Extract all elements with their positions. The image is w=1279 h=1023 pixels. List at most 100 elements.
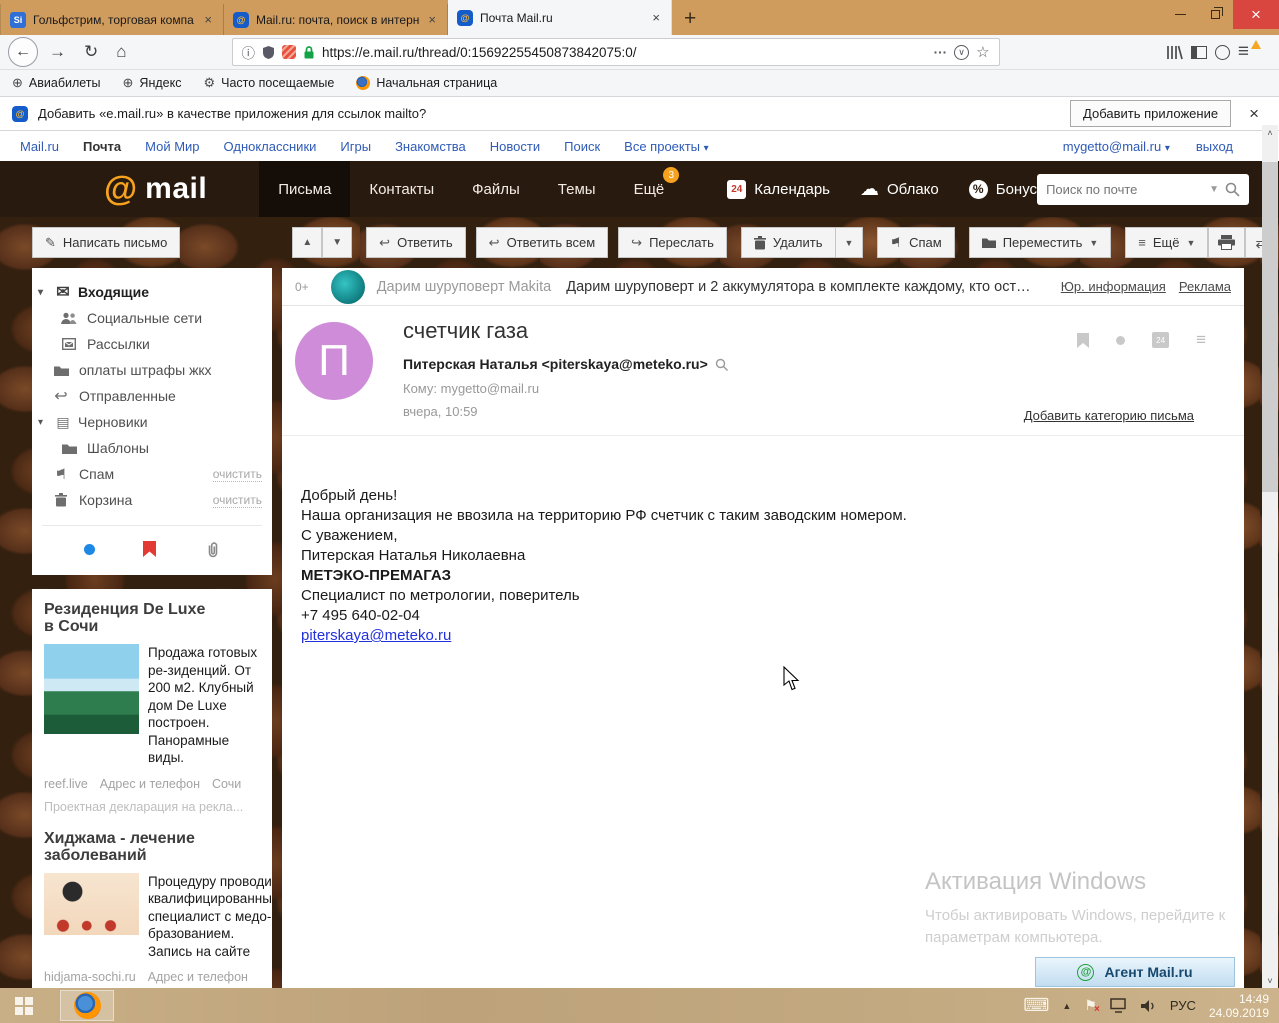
- bookmark-aviabilety[interactable]: ⊕Авиабилеты: [12, 75, 101, 91]
- close-tab-icon[interactable]: ×: [202, 12, 214, 27]
- sidebar-item-templates[interactable]: Шаблоны: [32, 435, 272, 461]
- account-menu[interactable]: mygetto@mail.ru ▾: [1063, 139, 1170, 154]
- scroll-up-icon[interactable]: ˄: [1267, 125, 1272, 140]
- touch-keyboard-icon[interactable]: ⌨: [1023, 995, 1049, 1016]
- ad-contact-link[interactable]: Адрес и телефон: [100, 777, 200, 791]
- url-bar[interactable]: ⓘ https://e.mail.ru/thread/0:15692255450…: [232, 38, 1000, 66]
- ad-label-link[interactable]: Реклама: [1179, 279, 1231, 294]
- taskbar-clock[interactable]: 14:4924.09.2019: [1209, 992, 1269, 1020]
- sidebar-item-inbox[interactable]: ▾ ✉ Входящие: [32, 279, 272, 305]
- bookmark-star-icon[interactable]: ☆: [976, 43, 989, 61]
- portal-link-search[interactable]: Поиск: [564, 139, 600, 154]
- tab-more[interactable]: Ещё3: [615, 161, 684, 217]
- close-tab-icon[interactable]: ×: [426, 12, 438, 27]
- minimize-button[interactable]: [1163, 0, 1198, 29]
- add-category-link[interactable]: Добавить категорию письма: [1024, 408, 1194, 423]
- extension-icon[interactable]: [282, 45, 296, 59]
- move-button[interactable]: Переместить▼: [969, 227, 1112, 258]
- back-button[interactable]: ←: [8, 37, 38, 67]
- reply-button[interactable]: ↩Ответить: [366, 227, 465, 258]
- banner-image[interactable]: [331, 270, 365, 304]
- portal-link-ok[interactable]: Одноклассники: [224, 139, 317, 154]
- bookmark-yandex[interactable]: ⊕Яндекс: [123, 75, 182, 91]
- ad-city-link[interactable]: Сочи: [212, 777, 241, 791]
- sidebar-item-trash[interactable]: Корзина очистить: [32, 487, 272, 513]
- bookmark-homepage[interactable]: Начальная страница: [356, 76, 497, 90]
- mail-search-box[interactable]: ▼: [1037, 174, 1249, 205]
- banner-title[interactable]: Дарим шуруповерт Makita: [377, 279, 552, 295]
- unread-filter-icon[interactable]: [84, 544, 95, 555]
- scrollbar-thumb[interactable]: [1262, 162, 1278, 492]
- delete-options-button[interactable]: ▼: [835, 227, 864, 258]
- sidebar-item-drafts[interactable]: ▾ ▤ Черновики: [32, 409, 272, 435]
- prev-message-button[interactable]: ▲: [292, 227, 322, 258]
- add-application-button[interactable]: Добавить приложение: [1070, 100, 1231, 127]
- close-notification-icon[interactable]: ×: [1241, 104, 1267, 124]
- tab-golfstream[interactable]: Si Гольфстрим, торговая компа ×: [0, 4, 224, 35]
- cloud-app[interactable]: ☁Облако: [860, 178, 939, 201]
- spam-button[interactable]: ⚑Спам: [877, 227, 954, 258]
- tray-overflow-icon[interactable]: ▲: [1062, 1001, 1071, 1011]
- ad-title[interactable]: Хиджама - лечениезаболеваний: [44, 830, 260, 864]
- ad-domain-link[interactable]: hidjama-sochi.ru: [44, 970, 136, 984]
- url-text[interactable]: https://e.mail.ru/thread/0:1569225545087…: [322, 45, 927, 60]
- next-message-button[interactable]: ▼: [322, 227, 352, 258]
- tab-mailru-home[interactable]: @ Mail.ru: почта, поиск в интерн ×: [224, 4, 448, 35]
- page-info-icon[interactable]: ⓘ: [242, 42, 256, 62]
- pocket-icon[interactable]: ∨: [954, 45, 969, 60]
- search-sender-icon[interactable]: [715, 358, 728, 371]
- mailru-logo[interactable]: @ mail: [104, 172, 207, 206]
- mail-search-input[interactable]: [1046, 182, 1203, 197]
- portal-link-dating[interactable]: Знакомства: [395, 139, 466, 154]
- portal-link-news[interactable]: Новости: [490, 139, 540, 154]
- tracking-shield-icon[interactable]: [262, 45, 275, 60]
- new-tab-button[interactable]: +: [672, 7, 708, 35]
- ad-image[interactable]: [44, 873, 139, 935]
- logout-link[interactable]: выход: [1196, 139, 1233, 154]
- action-center-flag-icon[interactable]: ⚑×: [1084, 997, 1097, 1014]
- home-button[interactable]: ⌂: [107, 42, 135, 62]
- page-actions-icon[interactable]: ···: [934, 45, 948, 60]
- portal-link-moymir[interactable]: Мой Мир: [145, 139, 199, 154]
- more-button[interactable]: ≡Ещё▼: [1125, 227, 1208, 258]
- attachment-filter-icon[interactable]: [205, 541, 220, 558]
- forward-button-mail[interactable]: ↪Переслать: [618, 227, 727, 258]
- portal-link-mail[interactable]: Почта: [83, 139, 121, 154]
- clear-spam-link[interactable]: очистить: [213, 467, 262, 482]
- ad-title[interactable]: Резиденция De Luxeв Сочи: [44, 601, 260, 635]
- bookmark-icon[interactable]: [1077, 333, 1089, 348]
- bookmark-frequent[interactable]: ⚙Часто посещаемые: [203, 75, 334, 91]
- calendar-icon[interactable]: 24: [1152, 332, 1169, 348]
- sidebar-item-sent[interactable]: ↩ Отправленные: [32, 383, 272, 409]
- legal-info-link[interactable]: Юр. информация: [1061, 279, 1166, 294]
- mark-unread-icon[interactable]: [1116, 336, 1125, 345]
- tab-letters[interactable]: Письма: [259, 161, 350, 217]
- reply-all-button[interactable]: ↩Ответить всем: [476, 227, 609, 258]
- search-scope-dropdown-icon[interactable]: ▼: [1209, 184, 1219, 195]
- portal-link-all-projects[interactable]: Все проекты ▾: [624, 139, 709, 154]
- language-indicator[interactable]: РУС: [1170, 998, 1196, 1013]
- ad-banner-row[interactable]: 0+ Дарим шуруповерт Makita Дарим шурупов…: [282, 268, 1244, 306]
- tab-files[interactable]: Файлы: [453, 161, 539, 217]
- forward-button[interactable]: →: [40, 42, 75, 62]
- close-window-button[interactable]: ×: [1233, 0, 1279, 29]
- restore-button[interactable]: [1198, 0, 1233, 29]
- message-menu-icon[interactable]: ≡: [1196, 330, 1206, 350]
- portal-link-mailru[interactable]: Mail.ru: [20, 139, 59, 154]
- portal-link-games[interactable]: Игры: [340, 139, 371, 154]
- page-scrollbar[interactable]: ˄ ˅: [1262, 125, 1278, 988]
- network-icon[interactable]: [1110, 998, 1127, 1013]
- close-tab-icon[interactable]: ×: [650, 10, 662, 25]
- ad-contact-link[interactable]: Адрес и телефон: [148, 970, 248, 984]
- bonus-app[interactable]: %Бонус: [969, 180, 1037, 199]
- ad-domain-link[interactable]: reef.live: [44, 777, 88, 791]
- sidebar-item-payments[interactable]: оплаты штрафы жкх: [32, 357, 272, 383]
- sidebar-item-newsletters[interactable]: Рассылки: [32, 331, 272, 357]
- calendar-app[interactable]: 24Календарь: [727, 180, 830, 199]
- flagged-filter-icon[interactable]: [143, 541, 156, 557]
- clear-trash-link[interactable]: очистить: [213, 493, 262, 508]
- sidebar-item-social[interactable]: Социальные сети: [32, 305, 272, 331]
- expand-caret-icon[interactable]: ▾: [38, 287, 48, 298]
- search-icon[interactable]: [1225, 182, 1240, 197]
- ad-image[interactable]: [44, 644, 139, 734]
